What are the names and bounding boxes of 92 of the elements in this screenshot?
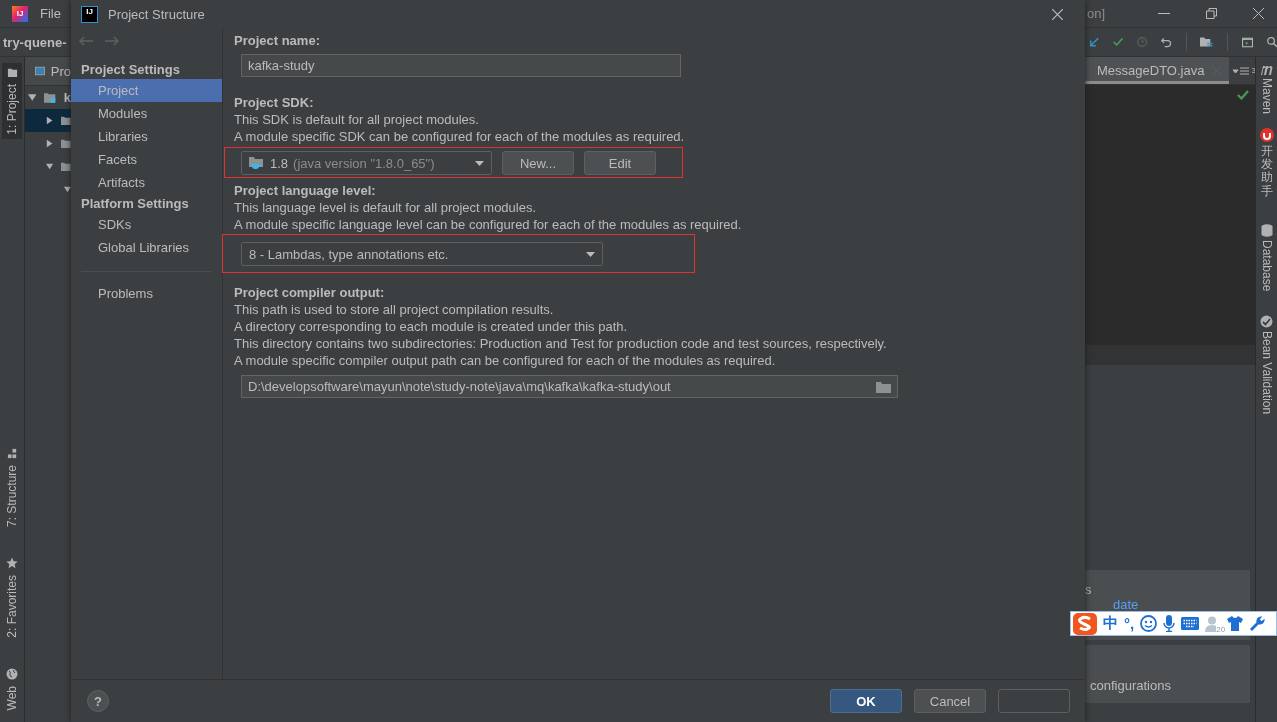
sidebar-item[interactable]: Artifacts (71, 171, 222, 194)
smiley-icon[interactable] (1140, 615, 1158, 632)
expand-arrow-icon[interactable] (28, 93, 37, 102)
close-icon[interactable] (1052, 8, 1063, 20)
tool-window-tab[interactable]: Bean Validation (1259, 315, 1274, 415)
dialog-button[interactable]: Cancel (914, 689, 986, 713)
dialog-button[interactable]: OK (830, 689, 902, 713)
sdk-version: 1.8 (270, 155, 289, 171)
ime-toggle[interactable]: 中 (1103, 614, 1118, 633)
window-title: on] (1087, 6, 1107, 21)
maven-icon (1259, 65, 1274, 75)
section-heading: Project Settings (80, 61, 181, 79)
description-text: A module specific language level can be configured for each of the modules as required. (234, 216, 742, 233)
editor-tab[interactable]: MessageDTO.java (1085, 57, 1230, 84)
expand-arrow-icon[interactable] (64, 185, 71, 194)
description-text: A module specific SDK can be configured for each of the modules as required. (234, 128, 685, 145)
menu-item[interactable]: File (40, 6, 61, 21)
database-icon (1260, 223, 1273, 237)
microphone-icon[interactable] (1163, 615, 1176, 632)
sidebar-item[interactable]: Problems (81, 282, 212, 305)
sdk-dropdown[interactable]: 1.8 (java version "1.8.0_65") (241, 151, 492, 175)
folder-icon[interactable] (876, 380, 891, 393)
caret-icon[interactable] (475, 160, 484, 166)
folder-icon[interactable] (1200, 35, 1213, 49)
breadcrumb[interactable]: try-quene- (0, 34, 67, 50)
globe-icon (6, 667, 18, 680)
expand-arrow-icon[interactable] (46, 116, 54, 125)
check-icon[interactable] (1112, 36, 1124, 48)
tool-window-tab[interactable]: 开发助手 (1259, 128, 1274, 198)
tool-window-tab[interactable]: 2: Favorites (2, 552, 22, 642)
search-icon[interactable] (1266, 35, 1277, 49)
notification-card: configurations (1085, 645, 1250, 703)
description-text: A directory corresponding to each module is created under this path. (234, 318, 628, 335)
sdk-icon (249, 156, 265, 170)
tool-window-tab[interactable]: 1: Project (2, 63, 22, 139)
field-label: Project language level: (234, 182, 376, 199)
caret-icon[interactable] (586, 251, 595, 257)
description-text: This path is used to store all project compilation results. (234, 301, 554, 318)
expand-arrow-icon[interactable] (46, 162, 54, 171)
wrench-icon[interactable] (1249, 615, 1266, 632)
list-icon (1233, 66, 1250, 75)
dropdown-value: 8 - Lambdas, type annotations etc. (249, 246, 450, 262)
sidebar-item[interactable]: SDKs (71, 213, 222, 236)
dialog-title: Project Structure (108, 6, 206, 22)
shirt-icon[interactable] (1227, 616, 1244, 631)
panel-icon (35, 65, 45, 77)
folder-icon (6, 67, 18, 78)
badge-number: 20 (1216, 625, 1226, 634)
tool-window-tab[interactable]: Database (1259, 223, 1274, 292)
section-heading: Platform Settings (80, 195, 190, 213)
description-text: This language level is default for all project modules. (234, 199, 537, 216)
close-icon[interactable] (1253, 8, 1264, 19)
sidebar-item[interactable]: Libraries (71, 125, 222, 148)
star-icon (6, 556, 18, 569)
app-logo: IJ (12, 5, 28, 22)
expand-arrow-icon[interactable] (46, 139, 54, 148)
field-label: Project compiler output: (234, 284, 385, 301)
ime-toggle[interactable]: °, (1124, 615, 1135, 632)
sidebar-item[interactable]: Facets (71, 148, 222, 171)
description-text: A module specific compiler output path can be configured for each of the modules as required. (234, 352, 776, 369)
folder-icon (44, 92, 56, 103)
field-label: Project SDK: (234, 94, 314, 111)
help-button[interactable]: ? (87, 690, 109, 712)
sidebar-item[interactable]: Global Libraries (71, 236, 222, 259)
keyboard-icon[interactable] (1181, 617, 1200, 630)
output-path-field[interactable]: D:\developsoftware\mayun\note\study-note\java\mq\kafka\kafka-study\out (241, 375, 898, 398)
undo-icon[interactable] (1161, 35, 1172, 49)
check-circle-icon (1260, 315, 1273, 329)
minimize-icon[interactable] (1158, 12, 1170, 15)
app-logo: IJ (81, 5, 98, 23)
tool-window-tab[interactable]: Web (2, 663, 22, 714)
maximize-icon[interactable] (1206, 8, 1217, 19)
tool-window-tab[interactable]: 7: Structure (2, 443, 22, 531)
sidebar-item[interactable]: Modules (71, 102, 222, 125)
tree-item[interactable]: k (63, 90, 71, 105)
sdk-detail: (java version "1.8.0_65") (293, 155, 436, 171)
check-icon (1237, 90, 1249, 100)
update-icon[interactable] (1090, 36, 1099, 48)
path-value: D:\developsoftware\mayun\note\study-note\java\mq\kafka\kafka-study\out (248, 379, 671, 394)
description-text: This directory contains two subdirectories: Production and Test for production code and test sources, respectively. (234, 335, 887, 352)
tool-window-tab[interactable]: Maven (1259, 65, 1274, 115)
sdk-button[interactable]: New... (502, 151, 574, 175)
field-label: Project name: (234, 32, 320, 49)
description-text: This SDK is default for all project modules. (234, 111, 479, 128)
language-level-dropdown[interactable]: 8 - Lambdas, type annotations etc. (241, 242, 603, 266)
sdk-button[interactable]: Edit (584, 151, 656, 175)
terminal-icon[interactable] (1241, 35, 1253, 49)
logo-icon[interactable] (1073, 612, 1097, 635)
project-name-field[interactable]: kafka-study (241, 54, 681, 77)
helper-icon (1259, 128, 1274, 143)
structure-icon (6, 447, 18, 459)
panel-title: Pro (50, 63, 71, 79)
